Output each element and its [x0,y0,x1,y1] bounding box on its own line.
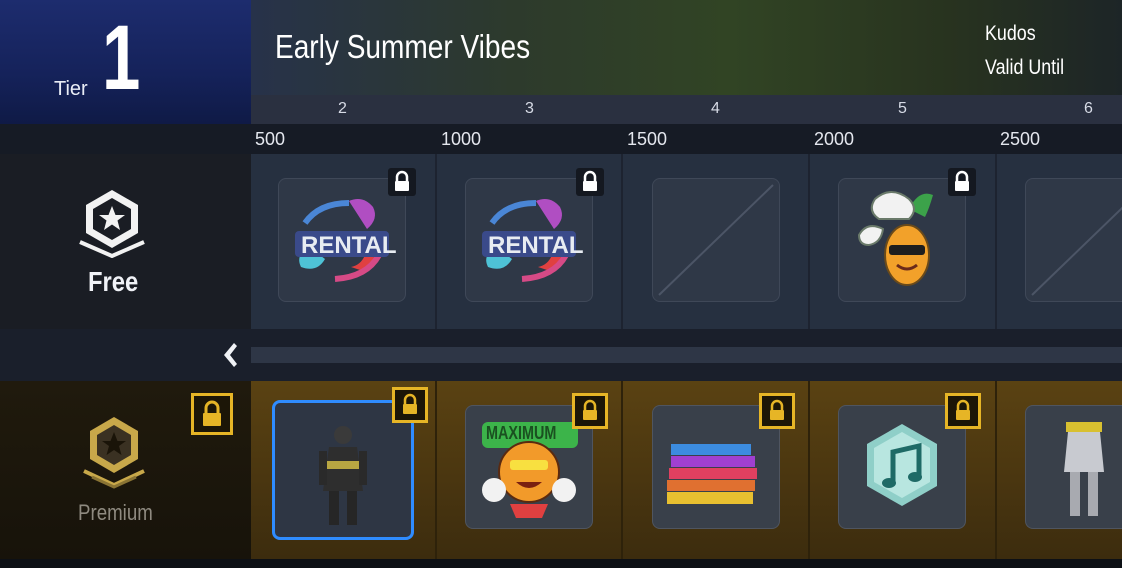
column-divider [995,381,997,559]
premium-lock-icon [392,387,428,423]
free-reward-card[interactable] [652,178,780,302]
tier-number: 1 [102,7,141,109]
points-threshold: 1500 [627,129,668,149]
lock-icon [948,168,976,196]
column-divider [435,154,437,329]
sticker-text: MAXIMUM [486,423,557,443]
points-threshold: 1000 [441,129,482,149]
bottom-strip [0,559,1122,568]
premium-track-label: Premium [78,500,153,525]
free-reward-card[interactable]: RENTAL [465,178,593,302]
season-title: Early Summer Vibes [275,28,531,65]
premium-reward-card[interactable] [1025,405,1122,529]
lock-icon [576,168,604,196]
free-reward-card[interactable]: RENTAL [278,178,406,302]
premium-lock-icon [945,393,981,429]
progress-bar [251,347,1122,363]
empty-slot-icon [1031,206,1122,296]
valid-until-label: Valid Until [985,56,1065,79]
premium-lock-icon [759,393,795,429]
sticker-text: RENTAL [301,232,397,259]
free-reward-card[interactable] [1025,178,1122,302]
column-divider [435,381,437,559]
points-strip [0,124,1122,154]
kudos-label: Kudos [985,22,1036,45]
character-outfit-icon [1064,422,1104,516]
sticker-text: RENTAL [488,232,584,259]
star-shield-icon [79,190,145,258]
tier-label: Tier [54,78,88,100]
points-threshold: 2000 [814,129,855,149]
level-strip [251,95,1122,124]
level-number: 6 [1084,100,1093,117]
level-number: 2 [338,100,347,117]
pineapple-chef-sticker-icon [857,191,933,286]
chevron-left-icon[interactable] [220,340,240,370]
points-threshold: 500 [255,129,286,149]
level-number: 5 [898,100,907,117]
free-reward-card[interactable] [838,178,966,302]
column-divider [808,154,810,329]
level-number: 4 [711,100,720,117]
premium-lock-icon[interactable] [191,393,233,435]
column-divider [808,381,810,559]
premium-star-shield-icon [83,417,145,489]
points-threshold: 2500 [1000,129,1041,149]
character-outfit-icon [319,426,367,525]
level-number: 3 [525,100,534,117]
column-divider [621,381,623,559]
premium-lock-icon [572,393,608,429]
column-divider [621,154,623,329]
column-divider [995,154,997,329]
lock-icon [388,168,416,196]
free-track-label: Free [88,266,139,297]
empty-slot-icon [658,184,774,296]
